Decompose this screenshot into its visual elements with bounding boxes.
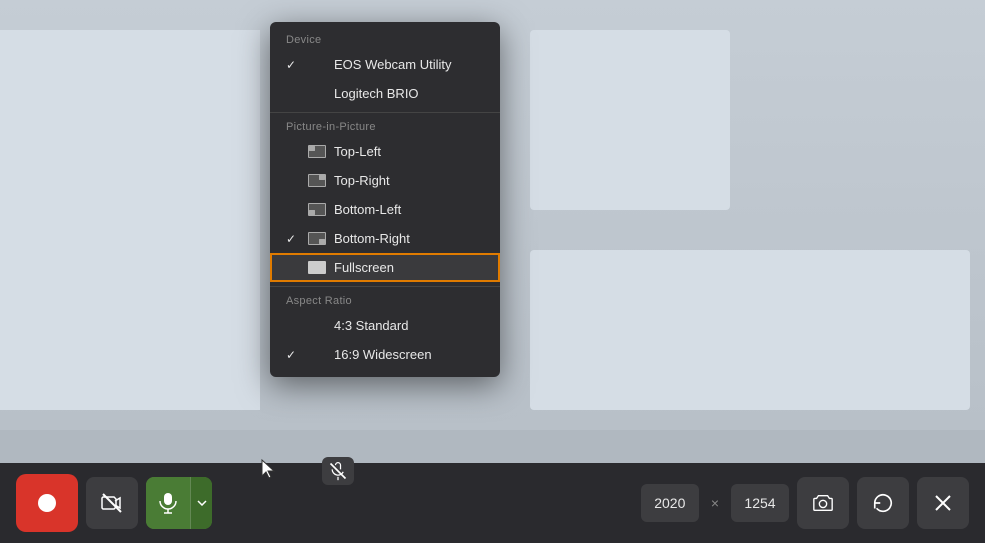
pip-br-label: Bottom-Right	[334, 231, 410, 246]
close-icon	[934, 494, 952, 512]
bg-panel-right-top	[530, 30, 730, 210]
aspect-169-check: ✓	[286, 348, 300, 362]
aspect-4-3-item[interactable]: 4:3 Standard	[270, 311, 500, 340]
mic-icon	[159, 492, 177, 514]
pip-tr-label: Top-Right	[334, 173, 390, 188]
divider-2	[270, 286, 500, 287]
record-button[interactable]	[16, 474, 78, 532]
pip-bottom-left-icon	[308, 203, 326, 216]
device-eos-item[interactable]: ✓ EOS Webcam Utility	[270, 50, 500, 79]
mic-button[interactable]	[146, 477, 190, 529]
logitech-label: Logitech BRIO	[334, 86, 419, 101]
pip-top-right-item[interactable]: Top-Right	[270, 166, 500, 195]
aspect-43-label: 4:3 Standard	[334, 318, 408, 333]
bg-panel-left	[0, 30, 260, 410]
aspect-16-9-item[interactable]: ✓ 16:9 Widescreen	[270, 340, 500, 369]
width-input[interactable]	[641, 484, 699, 522]
device-section-label: Device	[270, 30, 500, 50]
dimension-separator: ×	[707, 495, 723, 511]
mic-dropdown-button[interactable]	[190, 477, 212, 529]
screenshot-icon	[812, 492, 834, 514]
eos-checkmark: ✓	[286, 58, 300, 72]
chevron-down-icon	[197, 500, 207, 506]
camera-off-button[interactable]	[86, 477, 138, 529]
record-icon	[35, 491, 59, 515]
reset-icon	[872, 492, 894, 514]
bg-panel-right-bottom	[530, 250, 970, 410]
toolbar: ×	[0, 463, 985, 543]
reset-button[interactable]	[857, 477, 909, 529]
height-input[interactable]	[731, 484, 789, 522]
aspect-section-label: Aspect Ratio	[270, 291, 500, 311]
pip-bottom-right-item[interactable]: ✓ Bottom-Right	[270, 224, 500, 253]
screenshot-button[interactable]	[797, 477, 849, 529]
pip-bottom-left-item[interactable]: Bottom-Left	[270, 195, 500, 224]
close-button[interactable]	[917, 477, 969, 529]
pip-section-label: Picture-in-Picture	[270, 117, 500, 137]
pip-top-right-icon	[308, 174, 326, 187]
pip-bl-label: Bottom-Left	[334, 202, 401, 217]
pip-top-left-item[interactable]: Top-Left	[270, 137, 500, 166]
aspect-169-label: 16:9 Widescreen	[334, 347, 432, 362]
device-logitech-item[interactable]: Logitech BRIO	[270, 79, 500, 108]
divider-1	[270, 112, 500, 113]
pip-br-check: ✓	[286, 232, 300, 246]
context-menu: Device ✓ EOS Webcam Utility Logitech BRI…	[270, 22, 500, 377]
pip-bottom-right-icon	[308, 232, 326, 245]
pip-tl-label: Top-Left	[334, 144, 381, 159]
camera-off-icon	[100, 491, 124, 515]
eos-label: EOS Webcam Utility	[334, 57, 452, 72]
fullscreen-icon	[308, 261, 326, 274]
pip-fs-label: Fullscreen	[334, 260, 394, 275]
pip-fullscreen-item[interactable]: Fullscreen	[270, 253, 500, 282]
pip-top-left-icon	[308, 145, 326, 158]
mic-group	[146, 477, 212, 529]
